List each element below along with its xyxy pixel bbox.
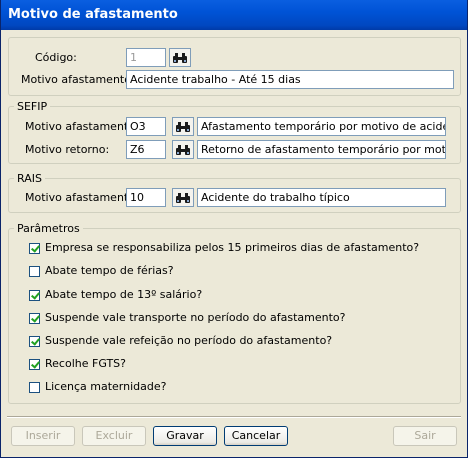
sefip-retorno-desc-field[interactable]: Retorno de afastamento temporário por mo…: [197, 140, 446, 159]
rais-afastamento-code-field[interactable]: 10: [126, 188, 166, 207]
checkbox-label: Suspende vale transporte no período do a…: [45, 311, 346, 324]
param-vale-transporte-checkbox[interactable]: Suspende vale transporte no período do a…: [29, 311, 345, 325]
rais-legend: RAIS: [14, 172, 45, 185]
param-recolhe-fgts-checkbox[interactable]: Recolhe FGTS?: [29, 357, 126, 371]
param-empresa-responsabiliza-checkbox[interactable]: Empresa se responsabiliza pelos 15 prime…: [29, 241, 419, 255]
codigo-search-button[interactable]: [169, 48, 191, 67]
rais-afastamento-search-button[interactable]: [172, 188, 194, 207]
inserir-button[interactable]: Inserir: [11, 426, 75, 446]
codigo-field[interactable]: 1: [126, 48, 166, 67]
checkbox-label: Recolhe FGTS?: [45, 357, 126, 370]
excluir-button[interactable]: Excluir: [82, 426, 146, 446]
sefip-afastamento-desc-field[interactable]: Afastamento temporário por motivo de aci…: [197, 117, 446, 136]
param-licenca-maternidade-checkbox[interactable]: Licença maternidade?: [29, 380, 166, 394]
param-abate-13-checkbox[interactable]: Abate tempo de 13º salário?: [29, 288, 202, 302]
sair-button[interactable]: Sair: [393, 426, 457, 446]
cancelar-button[interactable]: Cancelar: [224, 426, 288, 446]
checkbox-box[interactable]: [29, 312, 40, 324]
sefip-afastamento-code-field[interactable]: O3: [126, 117, 166, 136]
checkbox-label: Empresa se responsabiliza pelos 15 prime…: [45, 241, 420, 254]
sefip-retorno-label: Motivo retorno:: [25, 143, 110, 156]
checkbox-box[interactable]: [29, 358, 40, 370]
gravar-button[interactable]: Gravar: [153, 426, 217, 446]
param-vale-refeicao-checkbox[interactable]: Suspende vale refeição no período do afa…: [29, 334, 332, 348]
checkbox-box[interactable]: [29, 289, 40, 301]
sefip-retorno-search-button[interactable]: [172, 140, 194, 159]
binoculars-icon: [176, 144, 190, 155]
rais-afastamento-label: Motivo afastamento:: [25, 191, 139, 204]
motivo-field[interactable]: Acidente trabalho - Até 15 dias: [126, 70, 454, 89]
checkbox-box[interactable]: [29, 265, 40, 277]
checkbox-label: Suspende vale refeição no período do afa…: [45, 334, 333, 347]
divider: [7, 416, 461, 418]
checkbox-label: Abate tempo de 13º salário?: [45, 288, 203, 301]
checkbox-label: Abate tempo de férias?: [45, 264, 174, 277]
checkbox-label: Licença maternidade?: [45, 380, 167, 393]
codigo-label: Código:: [35, 51, 77, 64]
rais-afastamento-desc-field[interactable]: Acidente do trabalho típico: [197, 188, 446, 207]
checkbox-box[interactable]: [29, 335, 40, 347]
motivo-label: Motivo afastamento:: [21, 73, 135, 86]
binoculars-icon: [173, 52, 187, 63]
checkbox-box[interactable]: [29, 381, 40, 393]
binoculars-icon: [176, 121, 190, 132]
sefip-afastamento-label: Motivo afastamento:: [25, 120, 139, 133]
parametros-legend: Parâmetros: [14, 222, 83, 235]
checkbox-box[interactable]: [29, 242, 40, 254]
sefip-legend: SEFIP: [14, 100, 51, 113]
param-abate-ferias-checkbox[interactable]: Abate tempo de férias?: [29, 264, 174, 278]
sefip-afastamento-search-button[interactable]: [172, 117, 194, 136]
dialog-window: Motivo de afastamento Código: 1 Motivo a…: [0, 0, 468, 458]
sefip-retorno-code-field[interactable]: Z6: [126, 140, 166, 159]
window-title: Motivo de afastamento: [1, 0, 467, 30]
binoculars-icon: [176, 192, 190, 203]
